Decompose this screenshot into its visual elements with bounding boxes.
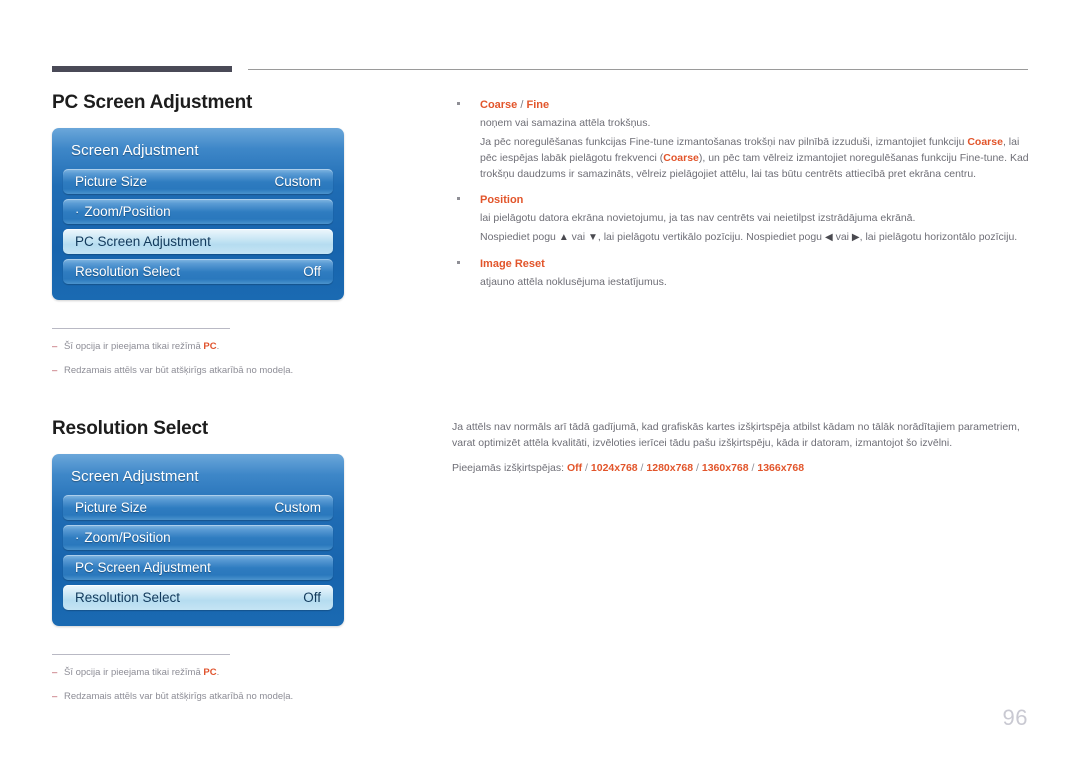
footnote-text-tail: . <box>216 341 220 352</box>
resolution-value: 1280x768 <box>646 462 694 474</box>
osd-panel-title: Screen Adjustment <box>71 468 199 485</box>
osd-row-resolution-select[interactable]: Resolution Select Off <box>63 585 333 610</box>
bullet-coarse-fine: Coarse / Fine noņem vai samazina attēla … <box>452 97 1030 182</box>
bullet-paragraph: atjauno attēla noklusējuma iestatījumus. <box>480 276 667 288</box>
bullet-heading-main: Coarse <box>480 99 518 111</box>
header-rule-thin <box>248 69 1028 70</box>
resolution-value: 1366x768 <box>757 462 805 474</box>
osd-row-label: Zoom/Position <box>84 204 171 219</box>
resolution-intro-paragraph: Ja attēls nav normāls arī tādā gadījumā,… <box>452 421 1020 449</box>
bullet-square-icon <box>457 197 460 200</box>
bullet-paragraph: noņem vai samazina attēla trokšņus. <box>480 117 651 129</box>
footnote-text: Šī opcija ir pieejama tikai režīmā <box>64 341 204 352</box>
bullet-dot-icon: · <box>75 530 80 545</box>
osd-row-value: Off <box>303 590 321 605</box>
page-number: 96 <box>1002 705 1028 730</box>
page-title-resolution-select: Resolution Select <box>52 418 209 439</box>
rich-text-part: vai <box>832 231 852 243</box>
osd-row-picture-size[interactable]: Picture Size Custom <box>63 495 333 520</box>
bullet-image-reset: Image Reset atjauno attēla noklusējuma i… <box>452 256 1030 290</box>
resolution-value: 1360x768 <box>701 462 749 474</box>
osd-row-label: Picture Size <box>75 500 148 515</box>
footnote-dash-icon: – <box>52 341 58 352</box>
osd-row-label: Resolution Select <box>75 590 181 605</box>
footnote-emphasis: PC <box>203 341 217 352</box>
osd-row-label: PC Screen Adjustment <box>75 560 211 575</box>
osd-row-value: Custom <box>274 174 321 189</box>
osd-row-value: Off <box>303 264 321 279</box>
bullet-paragraph-rich: Ja pēc noregulēšanas funkcijas Fine-tune… <box>480 134 1030 182</box>
osd-panel-title: Screen Adjustment <box>71 142 199 159</box>
footnote-dash-icon: – <box>52 691 58 702</box>
osd-row-zoom-position[interactable]: · Zoom/Position <box>63 525 333 550</box>
section-resolution-select: Resolution Select Screen Adjustment Pict… <box>52 418 432 714</box>
rich-text-part: Nospiediet pogu <box>480 231 559 243</box>
rich-text-part: , lai pielāgotu vertikālo pozīciju. Nosp… <box>597 231 825 243</box>
footnote-text: Redzamais attēls var būt atšķirīgs atkar… <box>64 691 294 702</box>
footnote-dash-icon: – <box>52 365 58 376</box>
footnote-item: – Redzamais attēls var būt atšķirīgs atka… <box>52 690 352 703</box>
osd-row-picture-size[interactable]: Picture Size Custom <box>63 169 333 194</box>
bullet-dot-icon: · <box>75 204 80 219</box>
arrow-down-icon: ▼ <box>587 232 598 243</box>
header-rule-thick <box>52 66 232 72</box>
bullet-heading: Image Reset <box>480 258 545 270</box>
osd-row-label: Resolution Select <box>75 264 181 279</box>
footnotes-1: – Šī opcija ir pieejama tikai režīmā PC. … <box>52 328 352 377</box>
arrow-up-icon: ▲ <box>558 232 569 243</box>
footnote-text: Redzamais attēls var būt atšķirīgs atkar… <box>64 365 294 376</box>
footnote-text-tail: . <box>216 667 220 678</box>
bullet-paragraph: lai pielāgotu datora ekrāna novietojumu,… <box>480 212 916 224</box>
bullet-square-icon <box>457 102 460 105</box>
footnotes-divider <box>52 328 230 329</box>
osd-row-pc-screen-adjustment[interactable]: PC Screen Adjustment <box>63 555 333 580</box>
osd-row-label: Picture Size <box>75 174 148 189</box>
rich-text-part: vai <box>568 231 588 243</box>
header-rules <box>0 0 1080 80</box>
bullet-heading: Coarse / Fine <box>480 97 1030 114</box>
osd-panel-screen-adjustment-1: Screen Adjustment Picture Size Custom · … <box>52 128 344 300</box>
osd-panel-screen-adjustment-2: Screen Adjustment Picture Size Custom · … <box>52 454 344 626</box>
bullet-heading-second: Fine <box>526 99 550 111</box>
footnote-text: Šī opcija ir pieejama tikai režīmā <box>64 667 204 678</box>
osd-row-label: Zoom/Position <box>84 530 171 545</box>
footnote-item: – Šī opcija ir pieejama tikai režīmā PC. <box>52 340 352 353</box>
resolution-separator: / <box>582 462 591 474</box>
section-pc-screen-adjustment: PC Screen Adjustment Screen Adjustment P… <box>52 92 432 388</box>
footnote-dash-icon: – <box>52 667 58 678</box>
resolution-list: Pieejamās izšķirtspējas: Off / 1024x768 … <box>452 460 1030 476</box>
footnote-item: – Šī opcija ir pieejama tikai režīmā PC. <box>52 666 352 679</box>
description-block-top: Coarse / Fine noņem vai samazina attēla … <box>452 97 1030 293</box>
resolution-values: Off / 1024x768 / 1280x768 / 1360x768 / 1… <box>567 462 804 474</box>
footnotes-divider <box>52 654 230 655</box>
bullet-square-icon <box>457 261 460 264</box>
rich-text-emphasis: Coarse <box>663 152 699 164</box>
footnote-item: – Redzamais attēls var būt atšķirīgs atka… <box>52 364 352 377</box>
description-block-bottom: Ja attēls nav normāls arī tādā gadījumā,… <box>452 419 1030 476</box>
resolution-list-label: Pieejamās izšķirtspējas: <box>452 462 567 474</box>
rich-text-part: , lai pielāgotu horizontālo pozīciju. <box>859 231 1018 243</box>
osd-row-zoom-position[interactable]: · Zoom/Position <box>63 199 333 224</box>
osd-row-resolution-select[interactable]: Resolution Select Off <box>63 259 333 284</box>
page-title-pc-screen-adjustment: PC Screen Adjustment <box>52 92 253 113</box>
arrow-left-icon: ◀ <box>824 232 833 243</box>
osd-row-value: Custom <box>274 500 321 515</box>
resolution-value: 1024x768 <box>590 462 638 474</box>
arrow-right-icon: ▶ <box>851 232 860 243</box>
footnotes-2: – Šī opcija ir pieejama tikai režīmā PC. … <box>52 654 352 703</box>
footnote-emphasis: PC <box>203 667 217 678</box>
osd-row-label: PC Screen Adjustment <box>75 234 211 249</box>
manual-page: PC Screen Adjustment Screen Adjustment P… <box>0 0 1080 763</box>
rich-text-emphasis: Coarse <box>967 136 1003 148</box>
resolution-separator: / <box>693 462 702 474</box>
bullet-heading: Position <box>480 194 524 206</box>
bullet-paragraph-arrows: Nospiediet pogu ▲ vai ▼, lai pielāgotu v… <box>480 229 1030 246</box>
rich-text-part: Ja pēc noregulēšanas funkcijas Fine-tune… <box>480 136 968 148</box>
bullet-position: Position lai pielāgotu datora ekrāna nov… <box>452 192 1030 246</box>
resolution-value: Off <box>566 462 583 474</box>
osd-row-pc-screen-adjustment[interactable]: PC Screen Adjustment <box>63 229 333 254</box>
